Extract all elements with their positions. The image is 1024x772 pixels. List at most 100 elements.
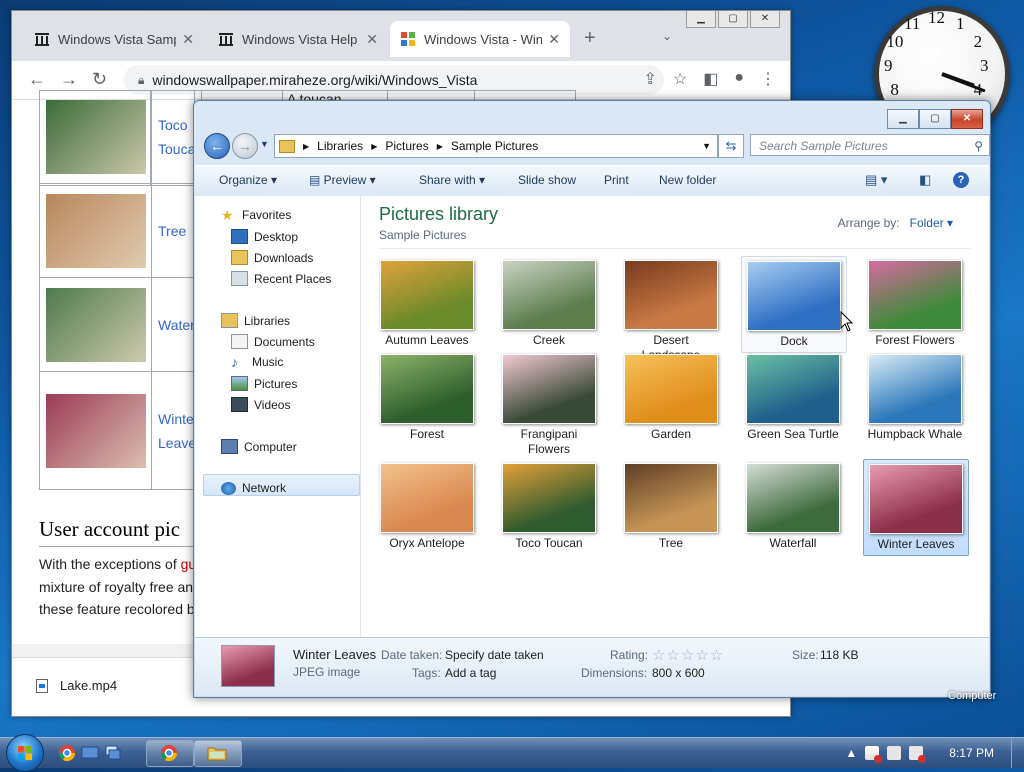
- picture-item[interactable]: Forest Flowers: [863, 256, 967, 351]
- show-hidden-icons-icon[interactable]: ▲: [845, 746, 857, 760]
- wallpaper-thumbnail[interactable]: [46, 288, 146, 362]
- download-filename: Lake.mp4: [60, 678, 118, 693]
- start-button[interactable]: [6, 734, 44, 772]
- share-with-button[interactable]: Share with ▾: [419, 173, 485, 187]
- close-tab-icon[interactable]: ✕: [366, 31, 378, 48]
- nav-documents[interactable]: Documents: [231, 334, 315, 349]
- new-tab-button[interactable]: +: [584, 27, 596, 50]
- detail-date-value[interactable]: Specify date taken: [445, 648, 544, 662]
- side-panel-icon[interactable]: ◧: [703, 69, 718, 89]
- arrange-dropdown[interactable]: Folder ▾: [910, 216, 953, 230]
- close-tab-icon[interactable]: ✕: [182, 31, 194, 48]
- breadcrumb-sample-pictures[interactable]: Sample Pictures: [451, 139, 538, 153]
- wallpaper-name-link[interactable]: Tree: [158, 219, 186, 243]
- volume-muted-icon[interactable]: [909, 746, 927, 763]
- refresh-icon[interactable]: ⇆: [718, 134, 744, 158]
- chrome-quicklaunch-icon[interactable]: [58, 744, 76, 762]
- recent-places-icon: [231, 271, 248, 286]
- desktop-computer-label[interactable]: Computer: [948, 690, 996, 702]
- picture-item[interactable]: Garden: [619, 350, 723, 445]
- picture-item[interactable]: Green Sea Turtle: [741, 350, 845, 445]
- picture-thumbnail: [380, 354, 474, 424]
- slide-show-button[interactable]: Slide show: [518, 173, 576, 187]
- new-folder-button[interactable]: New folder: [659, 173, 716, 187]
- download-item[interactable]: Lake.mp4: [36, 678, 117, 693]
- forward-arrow-icon[interactable]: →: [232, 133, 258, 159]
- taskbar-chrome-button[interactable]: [146, 740, 194, 767]
- back-arrow-icon[interactable]: ←: [28, 69, 46, 90]
- wallpaper-name-line: Tree: [158, 223, 187, 239]
- forward-arrow-icon[interactable]: →: [60, 69, 78, 90]
- back-arrow-icon[interactable]: ←: [204, 133, 230, 159]
- tab-search-chevron-icon[interactable]: ⌄: [662, 29, 672, 43]
- wallpaper-thumbnail[interactable]: [46, 394, 146, 468]
- picture-thumbnail: [624, 354, 718, 424]
- rating-stars-icon[interactable]: ☆☆☆☆☆: [652, 646, 724, 664]
- picture-item[interactable]: Autumn Leaves: [375, 256, 479, 351]
- cell-divider: [151, 372, 152, 489]
- picture-item[interactable]: Frangipani Flowers: [497, 350, 601, 460]
- action-center-flag-icon[interactable]: [865, 746, 883, 763]
- tab-2[interactable]: Windows Vista Help D ✕: [208, 21, 388, 57]
- detail-tags-value[interactable]: Add a tag: [445, 666, 496, 680]
- minimize-button[interactable]: ▁: [887, 109, 919, 129]
- nav-videos[interactable]: Videos: [231, 397, 290, 412]
- wallpaper-name-link[interactable]: Water: [158, 313, 195, 337]
- maximize-button[interactable]: ▢: [919, 109, 951, 129]
- show-desktop-quicklaunch-icon[interactable]: [81, 744, 99, 762]
- address-row: ← → ▼ ▶ Libraries ▶ Pictures ▶ Sample Pi…: [202, 131, 990, 161]
- system-clock[interactable]: 8:17 PM: [949, 746, 994, 760]
- wallpaper-thumbnail[interactable]: [46, 100, 146, 174]
- tab-3-active[interactable]: Windows Vista - Wind ✕: [390, 21, 570, 57]
- wallpaper-name-link[interactable]: Winte Leave: [158, 407, 196, 455]
- breadcrumb-libraries[interactable]: Libraries: [317, 139, 363, 153]
- nav-computer[interactable]: Computer: [221, 439, 297, 454]
- close-tab-icon[interactable]: ✕: [548, 31, 560, 48]
- reload-icon[interactable]: ↻: [92, 69, 107, 90]
- close-button[interactable]: ✕: [750, 11, 780, 28]
- mouse-cursor-icon: [840, 311, 854, 332]
- help-icon[interactable]: ?: [953, 172, 969, 188]
- maximize-button[interactable]: ▢: [718, 11, 748, 28]
- nav-libraries[interactable]: Libraries: [221, 313, 290, 328]
- menu-icon[interactable]: ⋮: [760, 69, 776, 89]
- nav-desktop[interactable]: Desktop: [231, 229, 298, 244]
- switch-windows-quicklaunch-icon[interactable]: [104, 744, 122, 762]
- wallpaper-name-link[interactable]: Toco Touca: [158, 113, 195, 161]
- picture-item[interactable]: Winter Leaves: [863, 459, 969, 556]
- preview-pane-icon[interactable]: ◧: [919, 172, 931, 188]
- recent-pages-chevron-icon[interactable]: ▼: [260, 139, 269, 149]
- nav-downloads[interactable]: Downloads: [231, 250, 313, 265]
- minimize-button[interactable]: ▁: [686, 11, 716, 28]
- nav-network[interactable]: Network: [221, 481, 286, 495]
- picture-item[interactable]: Humpback Whale: [863, 350, 967, 445]
- picture-item[interactable]: Forest: [375, 350, 479, 445]
- nav-music[interactable]: ♪ Music: [231, 355, 283, 370]
- organize-button[interactable]: Organize ▾: [219, 173, 277, 187]
- nav-pictures[interactable]: Pictures: [231, 376, 297, 391]
- breadcrumb[interactable]: ▶ Libraries ▶ Pictures ▶ Sample Pictures…: [274, 134, 718, 158]
- taskbar-explorer-button[interactable]: [194, 740, 242, 767]
- picture-item[interactable]: Tree: [619, 459, 723, 554]
- show-desktop-button[interactable]: [1011, 738, 1024, 768]
- picture-item[interactable]: Dock: [741, 256, 847, 353]
- picture-item[interactable]: Creek: [497, 256, 601, 351]
- star-icon[interactable]: ☆: [673, 69, 687, 89]
- network-tray-icon[interactable]: [887, 746, 902, 760]
- picture-item[interactable]: Toco Toucan: [497, 459, 601, 554]
- tab-1[interactable]: Windows Vista Sample ✕: [24, 21, 204, 57]
- breadcrumb-pictures[interactable]: Pictures: [385, 139, 428, 153]
- preview-button[interactable]: ▤ Preview ▾: [309, 173, 376, 187]
- close-button[interactable]: ✕: [951, 109, 983, 129]
- picture-item[interactable]: Oryx Antelope: [375, 459, 479, 554]
- share-icon[interactable]: ⇪: [643, 69, 656, 89]
- change-view-icon[interactable]: ▤ ▾: [865, 172, 887, 188]
- nav-recent-places[interactable]: Recent Places: [231, 271, 331, 286]
- nav-favorites[interactable]: ★ Favorites: [221, 208, 291, 223]
- wallpaper-thumbnail[interactable]: [46, 194, 146, 268]
- profile-icon[interactable]: ●: [734, 69, 744, 89]
- picture-item[interactable]: Waterfall: [741, 459, 845, 554]
- search-input[interactable]: Search Sample Pictures ⚲: [750, 134, 990, 156]
- address-dropdown-icon[interactable]: ▼: [702, 141, 711, 151]
- print-button[interactable]: Print: [604, 173, 629, 187]
